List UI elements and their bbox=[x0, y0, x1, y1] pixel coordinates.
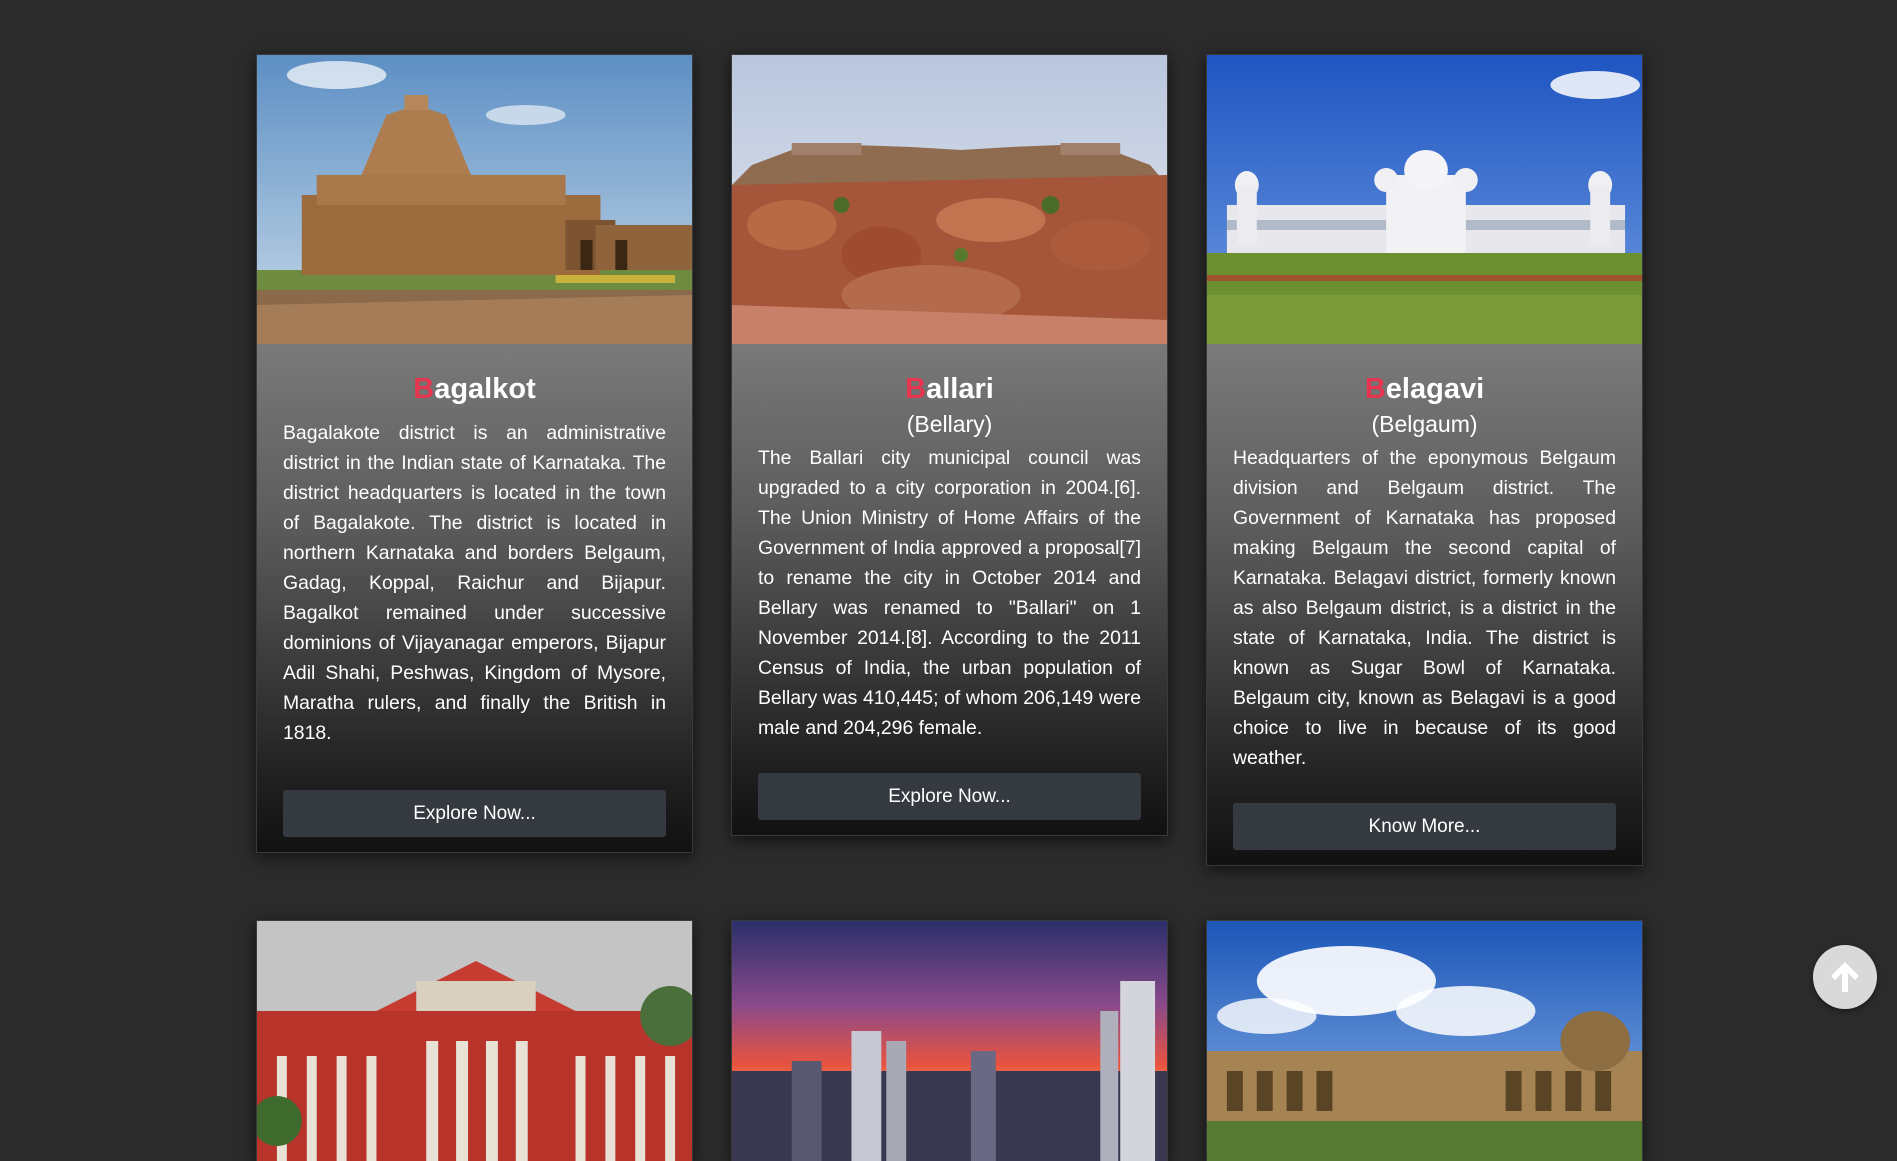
title-rest: agalkot bbox=[434, 373, 536, 405]
district-card-grid: Bagalkot Bagalakote district is an admin… bbox=[256, 54, 1644, 1161]
district-alt-name: (Belgaum) bbox=[1371, 411, 1478, 437]
card-body: Bagalkot Bagalakote district is an admin… bbox=[257, 344, 692, 852]
title-initial: B bbox=[905, 373, 927, 405]
title-initial: B bbox=[1364, 373, 1386, 405]
district-card-ballari: Ballari (Bellary) The Ballari city munic… bbox=[731, 54, 1168, 836]
ballari-fort-image bbox=[732, 55, 1167, 344]
district-description: Bagalakote district is an administrative… bbox=[283, 422, 666, 744]
district-alt-name: (Bellary) bbox=[906, 411, 993, 437]
belagavi-suvarna-soudha-image bbox=[1207, 55, 1642, 344]
district-card-bengaluru-partial bbox=[256, 920, 693, 1161]
card-body: Ballari (Bellary) The Ballari city munic… bbox=[732, 344, 1167, 835]
district-title: Bagalkot bbox=[283, 370, 666, 408]
district-title: Ballari bbox=[758, 370, 1141, 408]
scroll-to-top-button[interactable] bbox=[1813, 945, 1877, 1009]
title-rest: elagavi bbox=[1385, 373, 1485, 405]
card-body: Belagavi (Belgaum) Headquarters of the e… bbox=[1207, 344, 1642, 865]
bagalkot-temple-image bbox=[257, 55, 692, 344]
arrow-up-icon bbox=[1831, 962, 1859, 992]
district-title: Belagavi bbox=[1233, 370, 1616, 408]
title-rest: allari bbox=[926, 373, 994, 405]
district-card-bagalkot: Bagalkot Bagalakote district is an admin… bbox=[256, 54, 693, 853]
district-description: Headquarters of the eponymous Belgaum di… bbox=[1233, 447, 1616, 769]
city-sunset-image bbox=[732, 921, 1167, 1161]
gol-gumbaz-image bbox=[1207, 921, 1642, 1161]
district-description: The Ballari city municipal council was u… bbox=[758, 447, 1141, 739]
explore-now-button[interactable]: Explore Now... bbox=[283, 790, 666, 837]
high-court-image bbox=[257, 921, 692, 1161]
district-card-gol-gumbaz-partial bbox=[1206, 920, 1643, 1161]
title-initial: B bbox=[413, 373, 435, 405]
explore-now-button[interactable]: Explore Now... bbox=[758, 773, 1141, 820]
district-card-city-partial bbox=[731, 920, 1168, 1161]
district-card-belagavi: Belagavi (Belgaum) Headquarters of the e… bbox=[1206, 54, 1643, 866]
know-more-button[interactable]: Know More... bbox=[1233, 803, 1616, 850]
